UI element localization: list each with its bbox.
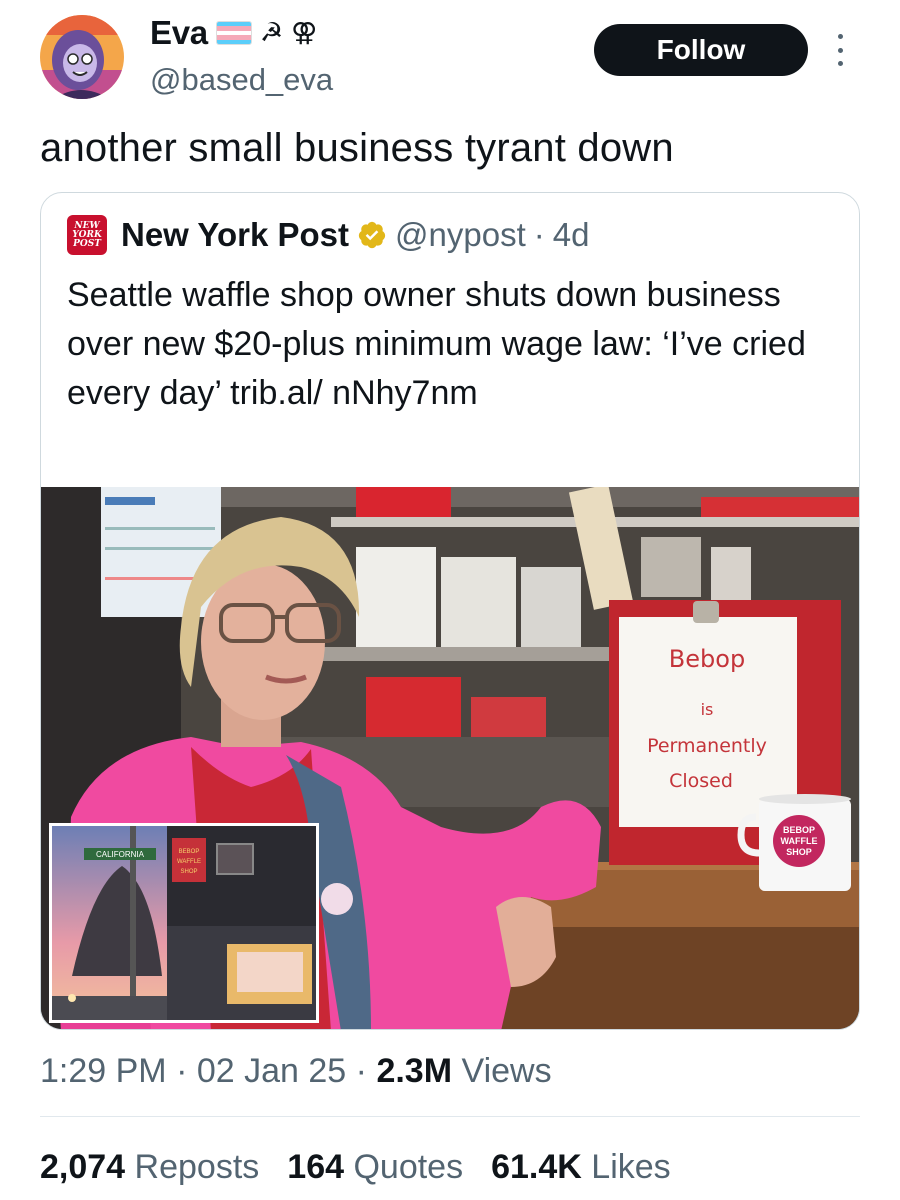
quoted-tweet-photo[interactable]: Bebop is Permanently Closed BEBOP WAFFLE… xyxy=(41,487,859,1029)
storefront-inset-photo: CALIFORNIA BEBOP WAFFLE SHOP xyxy=(49,823,319,1023)
engagement-stats: 2,074 Reposts 164 Quotes 61.4K Likes xyxy=(40,1148,671,1187)
quotes-count: 164 xyxy=(287,1148,345,1186)
tweet-header: Eva ☭ ⚢ @based_eva Follow xyxy=(0,0,900,110)
verified-badge-icon xyxy=(358,221,386,249)
nypost-logo-icon[interactable]: NEW YORK POST xyxy=(67,215,107,255)
more-options-icon[interactable] xyxy=(832,34,848,66)
likes-label: Likes xyxy=(591,1148,671,1186)
mug-line-1: BEBOP xyxy=(783,825,815,835)
quoted-author-handle[interactable]: @nypost xyxy=(395,216,526,254)
quoted-tweet-age[interactable]: 4d xyxy=(553,216,590,254)
views-label: Views xyxy=(461,1052,552,1090)
inset-sign-line-1: BEBOP xyxy=(179,849,200,855)
inset-street-sign: CALIFORNIA xyxy=(96,850,145,859)
sign-line-2: is xyxy=(701,700,714,719)
quotes-label: Quotes xyxy=(353,1148,464,1186)
reposts-stat[interactable]: 2,074 Reposts xyxy=(40,1148,259,1187)
divider xyxy=(40,1116,860,1117)
tweet-meta: 1:29 PM · 02 Jan 25 · 2.3M Views xyxy=(40,1052,552,1091)
meta-separator: · xyxy=(176,1052,188,1090)
quoted-separator: · xyxy=(533,216,545,253)
likes-count: 61.4K xyxy=(491,1148,582,1186)
follow-button[interactable]: Follow xyxy=(594,24,808,76)
likes-stat[interactable]: 61.4K Likes xyxy=(491,1148,671,1187)
meta-separator: · xyxy=(355,1052,367,1090)
sign-line-1: Bebop xyxy=(669,645,745,673)
views-count: 2.3M xyxy=(376,1052,453,1090)
tweet-time[interactable]: 1:29 PM xyxy=(40,1052,167,1090)
quoted-tweet-text: Seattle waffle shop owner shuts down bus… xyxy=(67,276,806,412)
tweet-date[interactable]: 02 Jan 25 xyxy=(197,1052,346,1090)
mug-line-2: WAFFLE xyxy=(781,836,818,846)
quoted-tweet[interactable]: NEW YORK POST New York Post @nypost · 4d… xyxy=(40,192,860,1030)
author-handle[interactable]: @based_eva xyxy=(150,62,333,98)
transgender-flag-icon xyxy=(215,21,252,45)
mug-line-3: SHOP xyxy=(786,847,812,857)
sign-line-4: Closed xyxy=(669,770,733,792)
author-name-row: Eva ☭ ⚢ xyxy=(150,14,317,52)
hammer-and-sickle-icon: ☭ xyxy=(259,18,284,48)
inset-sign-line-3: SHOP xyxy=(180,869,197,875)
tweet-text: another small business tyrant down xyxy=(40,126,674,170)
lesbian-symbol-icon: ⚢ xyxy=(291,18,318,48)
reposts-count: 2,074 xyxy=(40,1148,126,1186)
reposts-label: Reposts xyxy=(134,1148,260,1186)
quoted-tweet-header: NEW YORK POST New York Post @nypost · 4d xyxy=(67,215,589,255)
quotes-stat[interactable]: 164 Quotes xyxy=(287,1148,463,1187)
sign-line-3: Permanently xyxy=(647,735,767,757)
quoted-author-name[interactable]: New York Post xyxy=(121,216,349,254)
author-name[interactable]: Eva xyxy=(150,14,208,52)
inset-sign-line-2: WAFFLE xyxy=(177,859,201,865)
avatar[interactable] xyxy=(40,15,124,99)
